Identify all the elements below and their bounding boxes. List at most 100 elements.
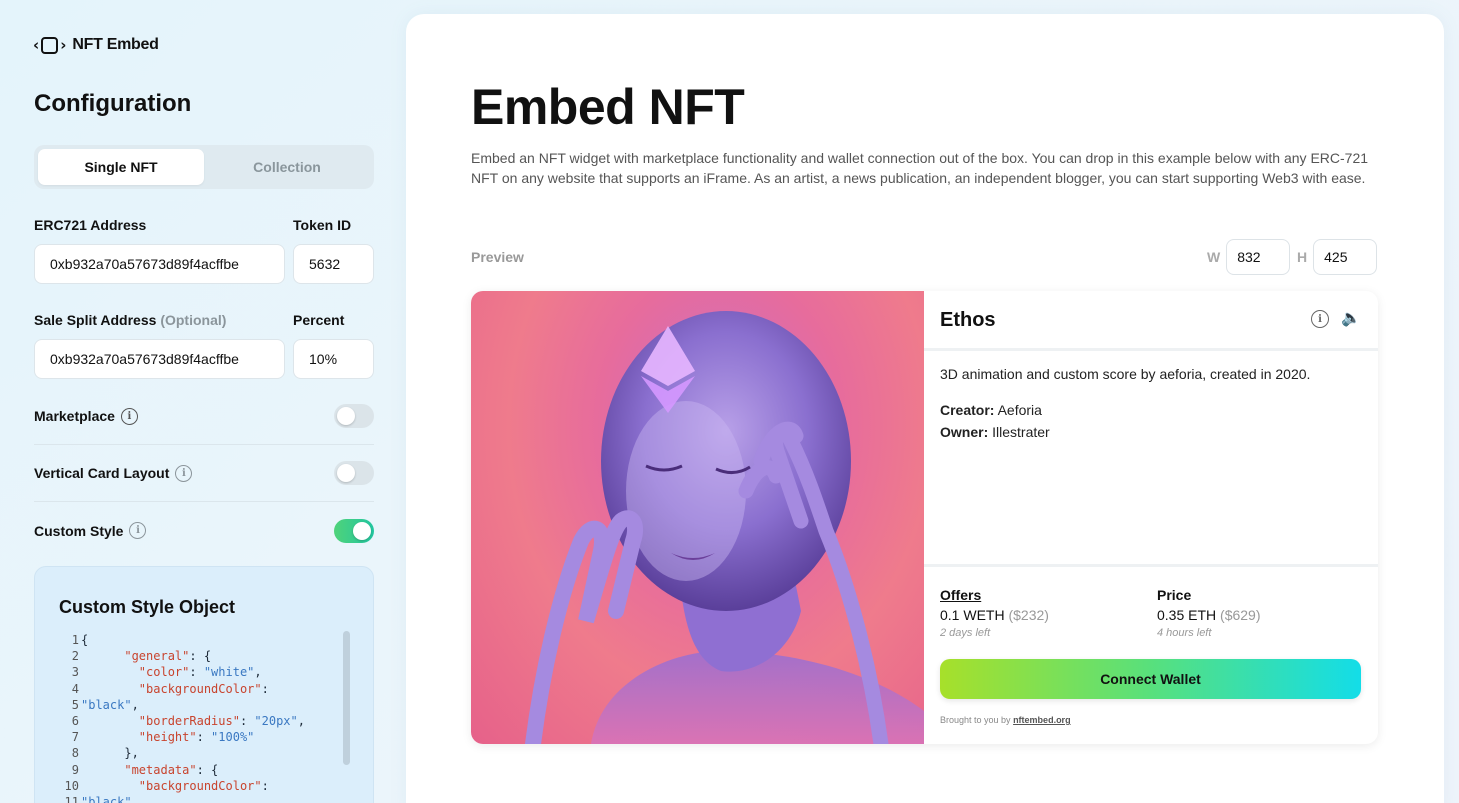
token-id-label: Token ID <box>293 217 352 233</box>
token-id-input[interactable]: 5632 <box>293 244 374 284</box>
custom-style-toggle[interactable] <box>334 518 374 543</box>
owner-line: Owner: Illestrater <box>940 424 1050 440</box>
vertical-layout-label: Vertical Card Layout i <box>34 464 193 482</box>
code-text: "black", <box>81 795 139 803</box>
creator-name: Aeforia <box>997 402 1042 418</box>
price-usd: ($629) <box>1220 607 1261 623</box>
line-number: 5 <box>71 697 79 712</box>
toggle-row-marketplace: Marketplace i <box>34 388 374 445</box>
creator-label: Creator: <box>940 402 995 418</box>
height-control: H 425 <box>1297 239 1378 275</box>
vertical-layout-label-text: Vertical Card Layout <box>34 465 170 481</box>
owner-name: Illestrater <box>992 424 1050 440</box>
preview-label: Preview <box>471 249 524 265</box>
line-number: 2 <box>71 649 79 664</box>
nft-embed-card: Ethos i 🔈 3D animation and custom score … <box>471 291 1378 744</box>
code-line: 8 }, <box>59 745 349 761</box>
owner-label: Owner: <box>940 424 989 440</box>
custom-style-panel: Custom Style Object 1{2 "general": {3 "c… <box>34 566 374 803</box>
nft-title: Ethos <box>940 309 996 331</box>
erc721-address-label: ERC721 Address <box>34 217 147 233</box>
price-label: Price <box>1157 587 1192 603</box>
nft-artwork-image <box>471 291 924 744</box>
optional-hint: (Optional) <box>160 312 227 328</box>
offers-section: Offers 0.1 WETH ($232) 2 days left <box>940 587 1049 639</box>
line-number: 10 <box>64 778 79 793</box>
code-text: { <box>81 633 89 647</box>
code-line: 2 "general": { <box>59 648 349 664</box>
code-line: 4 "backgroundColor": <box>59 681 349 697</box>
code-scrollbar[interactable] <box>343 631 350 765</box>
code-line: 10 "backgroundColor": <box>59 778 349 794</box>
line-number: 7 <box>71 730 79 745</box>
info-icon[interactable]: i <box>120 407 138 425</box>
height-label: H <box>1297 249 1308 265</box>
info-icon[interactable]: i <box>1311 310 1330 328</box>
code-text: "general": { <box>124 649 212 664</box>
speaker-icon[interactable]: 🔈 <box>1341 310 1361 328</box>
width-label: W <box>1207 249 1221 265</box>
price-value-line: 0.35 ETH ($629) <box>1157 607 1261 623</box>
nft-info-panel: Ethos i 🔈 3D animation and custom score … <box>924 291 1378 744</box>
code-text: "backgroundColor": <box>138 778 269 793</box>
info-icon[interactable]: i <box>129 522 147 539</box>
code-text: "borderRadius": "20px", <box>138 714 305 729</box>
marketplace-toggle[interactable] <box>334 404 374 428</box>
info-icon[interactable]: i <box>175 464 193 482</box>
toggle-row-custom-style: Custom Style i <box>34 502 374 559</box>
logo[interactable]: ‹ › NFT Embed <box>33 36 159 54</box>
price-section: Price 0.35 ETH ($629) 4 hours left <box>1157 587 1261 639</box>
line-number: 6 <box>71 714 79 729</box>
code-text: "color": "white", <box>138 665 262 680</box>
offers-value-line: 0.1 WETH ($232) <box>940 607 1049 623</box>
card-actions: i 🔈 <box>1311 310 1361 328</box>
main-panel: Embed NFT Embed an NFT widget with marke… <box>406 14 1444 803</box>
code-line: 1{ <box>59 632 349 648</box>
vertical-layout-toggle[interactable] <box>334 461 374 485</box>
sale-split-input[interactable]: 0xb932a70a57673d89f4acffbe <box>34 339 285 379</box>
offers-usd: ($232) <box>1008 607 1049 623</box>
attribution-text: Brought to you by <box>940 715 1011 725</box>
nftembed-link[interactable]: nftembed.org <box>1013 715 1071 725</box>
divider <box>924 348 1378 351</box>
logo-icon: ‹ › <box>33 36 67 54</box>
code-text: "backgroundColor": <box>138 681 269 696</box>
code-text: "metadata": { <box>124 762 219 777</box>
code-line: 6 "borderRadius": "20px", <box>59 713 349 729</box>
height-input[interactable]: 425 <box>1313 239 1378 275</box>
sale-split-label-text: Sale Split Address <box>34 312 157 328</box>
code-text: "black", <box>81 697 139 712</box>
divider <box>924 564 1378 567</box>
width-input[interactable]: 832 <box>1226 239 1291 275</box>
attribution: Brought to you by nftembed.org <box>940 715 1071 725</box>
sidebar: ‹ › NFT Embed Configuration Single NFT Co… <box>0 0 406 803</box>
erc721-address-input[interactable]: 0xb932a70a57673d89f4acffbe <box>34 244 285 284</box>
marketplace-label-text: Marketplace <box>34 408 115 424</box>
price-value: 0.35 ETH <box>1157 607 1217 623</box>
toggle-row-vertical-layout: Vertical Card Layout i <box>34 445 374 502</box>
custom-style-label: Custom Style i <box>34 522 147 539</box>
marketplace-label: Marketplace i <box>34 407 138 425</box>
sale-split-label: Sale Split Address (Optional) <box>34 312 226 328</box>
code-line: 7 "height": "100%" <box>59 729 349 745</box>
price-time-left: 4 hours left <box>1157 627 1212 639</box>
offers-time-left: 2 days left <box>940 627 991 639</box>
line-number: 3 <box>71 665 79 680</box>
line-number: 8 <box>71 746 79 761</box>
logo-text: NFT Embed <box>72 36 159 53</box>
code-editor[interactable]: 1{2 "general": {3 "color": "white", 4 "ba… <box>59 632 349 803</box>
offers-link[interactable]: Offers <box>940 587 1049 603</box>
page-title: Embed NFT <box>471 79 745 135</box>
creator-line: Creator: Aeforia <box>940 402 1042 418</box>
code-text: }, <box>81 746 139 761</box>
line-number: 11 <box>64 795 79 803</box>
connect-wallet-button[interactable]: Connect Wallet <box>940 659 1361 699</box>
line-number: 1 <box>71 633 79 647</box>
tab-collection[interactable]: Collection <box>204 149 370 185</box>
tab-single-nft[interactable]: Single NFT <box>38 149 204 185</box>
custom-style-label-text: Custom Style <box>34 522 124 539</box>
code-text: "height": "100%" <box>138 730 255 745</box>
code-line: 3 "color": "white", <box>59 664 349 680</box>
line-number: 9 <box>71 762 79 777</box>
percent-input[interactable]: 10% <box>293 339 374 379</box>
